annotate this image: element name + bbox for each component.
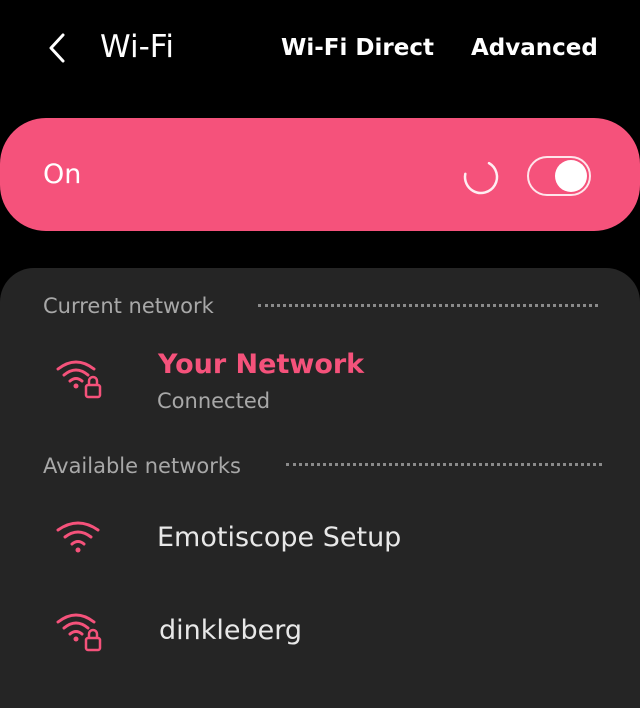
top-app-bar: Wi-Fi Wi-Fi Direct Advanced (0, 0, 640, 96)
available-networks-header: Available networks (43, 451, 241, 481)
section-divider (258, 304, 598, 307)
wifi-state-label: On (43, 159, 82, 190)
section-title: Current network (43, 294, 214, 318)
wifi-lock-icon (56, 613, 102, 652)
current-network-status: Connected (157, 389, 271, 413)
switch-knob (555, 160, 587, 192)
wifi-lock-icon (56, 360, 102, 399)
network-name: Emotiscope Setup (157, 522, 402, 553)
section-title: Available networks (43, 454, 241, 478)
current-network-name: Your Network (158, 349, 365, 380)
chevron-left-icon (49, 33, 65, 63)
advanced-button[interactable]: Advanced (471, 31, 598, 65)
network-name: dinkleberg (159, 615, 303, 646)
wifi-icon (56, 521, 100, 553)
wifi-direct-button[interactable]: Wi-Fi Direct (281, 31, 434, 65)
section-divider (286, 463, 602, 466)
scanning-spinner-icon (463, 159, 499, 195)
back-button[interactable] (38, 28, 74, 68)
wifi-switch[interactable] (527, 156, 591, 196)
page-title: Wi-Fi (100, 29, 174, 65)
current-network-header: Current network (43, 291, 214, 321)
